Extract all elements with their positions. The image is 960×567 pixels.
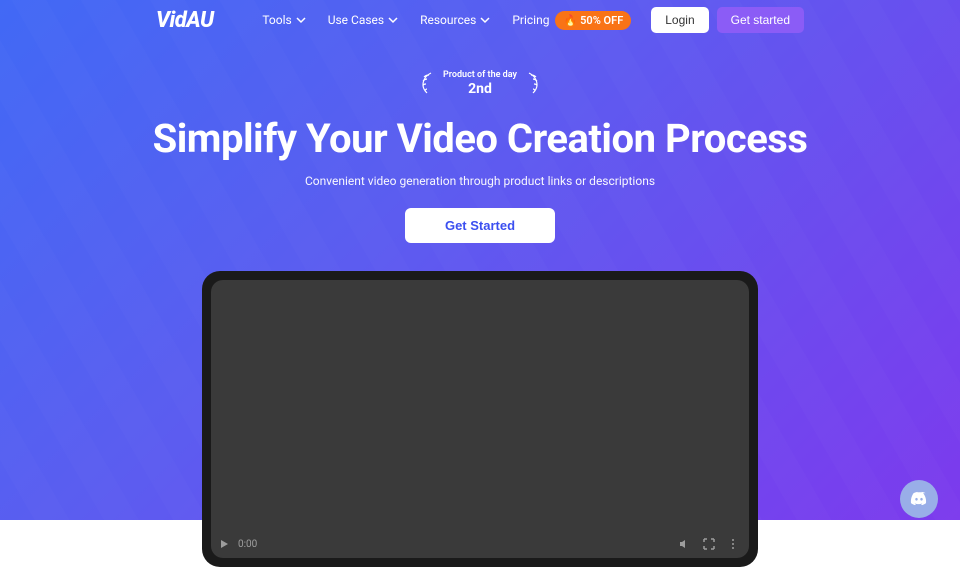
headline: Simplify Your Video Creation Process [0,115,960,162]
hero-content: Product of the day 2nd Simplify Your Vid… [0,40,960,567]
award-rank-text: 2nd [443,81,517,97]
nav-menu: Tools Use Cases Resources Pricing 🔥 50% … [262,11,631,30]
nav-usecases[interactable]: Use Cases [328,13,398,27]
login-button[interactable]: Login [651,7,708,33]
header: VidAU Tools Use Cases Resources Pricing … [0,0,960,40]
more-icon[interactable] [727,538,739,550]
discord-icon [909,489,929,509]
nav-usecases-label: Use Cases [328,13,384,27]
video-controls-right [679,538,739,550]
auth-buttons: Login Get started [651,7,804,33]
award-top-text: Product of the day [443,70,517,81]
fire-icon: 🔥 [563,14,577,27]
nav-resources[interactable]: Resources [420,13,490,27]
subheadline: Convenient video generation through prod… [0,174,960,188]
laurel-right-icon [525,71,547,95]
nav-tools[interactable]: Tools [262,13,305,27]
video-time: 0:00 [238,539,257,550]
cta-button[interactable]: Get Started [405,208,555,243]
laurel-left-icon [413,71,435,95]
chevron-down-icon [480,15,490,25]
award-text-wrap: Product of the day 2nd [443,70,517,97]
fullscreen-icon[interactable] [703,538,715,550]
award-badge: Product of the day 2nd [413,70,547,97]
discount-text: 50% OFF [580,14,623,27]
chevron-down-icon [388,15,398,25]
pricing-label: Pricing [512,13,549,27]
video-player[interactable]: 0:00 [211,280,749,558]
chevron-down-icon [296,15,306,25]
video-controls: 0:00 [211,530,749,558]
discord-button[interactable] [900,480,938,518]
getstarted-button[interactable]: Get started [717,7,804,33]
video-frame: 0:00 [202,271,758,567]
nav-pricing[interactable]: Pricing 🔥 50% OFF [512,11,631,30]
discount-badge: 🔥 50% OFF [555,11,631,30]
nav-resources-label: Resources [420,13,476,27]
play-icon[interactable] [221,540,228,548]
nav-tools-label: Tools [262,13,291,27]
volume-icon[interactable] [679,538,691,550]
logo[interactable]: VidAU [156,8,214,33]
